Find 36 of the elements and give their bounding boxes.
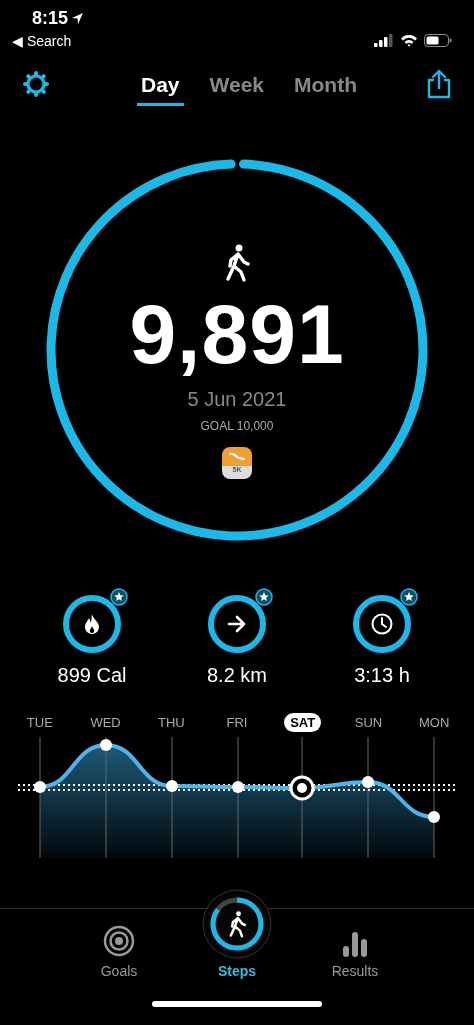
tab-bar-item[interactable]: Steps <box>192 871 282 985</box>
date-label: 5 Jun 2021 <box>187 388 287 411</box>
battery-icon <box>424 33 452 47</box>
tab-bar-item[interactable]: Results <box>310 909 400 985</box>
arrow-right-icon <box>227 615 247 633</box>
stat-value: 899 Cal <box>57 664 127 687</box>
walking-icon <box>224 244 250 282</box>
back-link[interactable]: ◀ Search <box>12 33 72 49</box>
goal-label: GOAL 10,000 <box>200 419 274 433</box>
step-count: 9,891 <box>129 292 345 376</box>
star-badge-icon <box>110 588 128 606</box>
target-icon <box>103 925 135 957</box>
day-label[interactable]: SAT <box>284 712 322 732</box>
star-badge-icon <box>400 588 418 606</box>
tab-bar-item[interactable]: Goals <box>74 909 164 985</box>
signal-icon <box>374 33 394 47</box>
stat-value: 8.2 km <box>207 664 267 687</box>
day-label[interactable]: SUN <box>348 712 389 732</box>
period-tab[interactable]: Day <box>137 70 184 106</box>
day-label[interactable]: MON <box>413 712 456 732</box>
stat-value: 3:13 h <box>354 664 410 687</box>
status-time: 8:15 <box>32 8 69 29</box>
share-icon[interactable] <box>426 69 452 99</box>
location-arrow-icon <box>71 12 85 25</box>
day-label[interactable]: FRI <box>220 712 254 732</box>
period-tab[interactable]: Month <box>290 70 361 106</box>
wifi-icon <box>400 33 418 47</box>
star-badge-icon <box>255 588 273 606</box>
day-label[interactable]: WED <box>84 712 127 732</box>
bar-chart-icon <box>342 931 368 957</box>
period-tab[interactable]: Week <box>205 70 268 106</box>
day-label[interactable]: TUE <box>20 712 59 732</box>
day-label[interactable]: THU <box>151 712 191 732</box>
clock-icon <box>371 613 393 635</box>
flame-icon <box>84 613 100 635</box>
settings-icon[interactable] <box>22 70 50 98</box>
